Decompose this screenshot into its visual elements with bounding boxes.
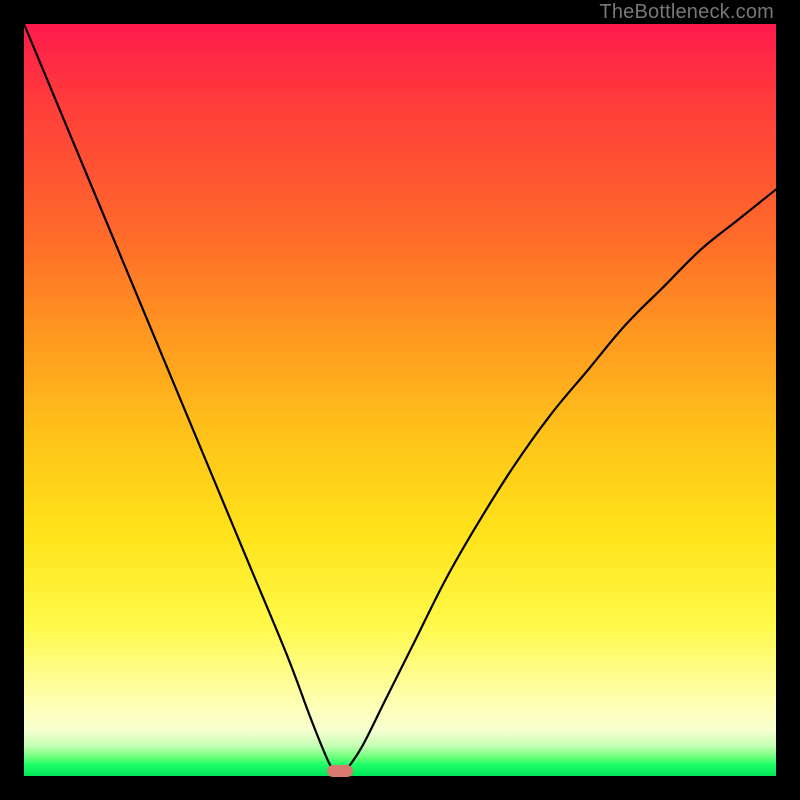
bottleneck-marker <box>327 765 353 777</box>
chart-frame: TheBottleneck.com <box>0 0 800 800</box>
watermark-text: TheBottleneck.com <box>599 1 774 24</box>
bottleneck-curve <box>24 24 776 776</box>
